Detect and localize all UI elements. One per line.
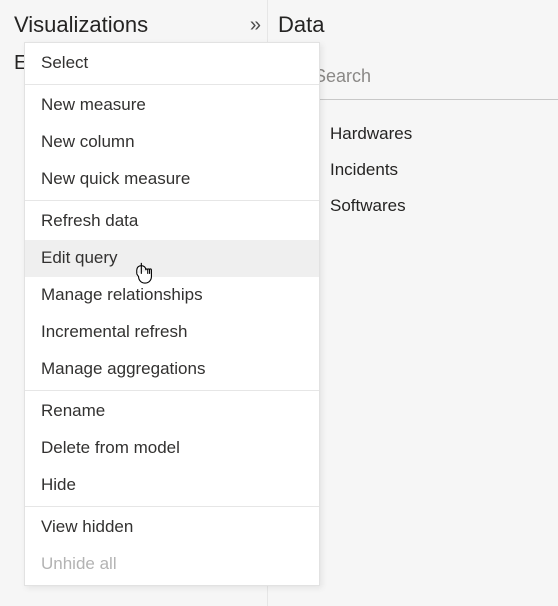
menu-separator [25,390,319,391]
menu-item-manage-aggregations[interactable]: Manage aggregations [25,351,319,388]
table-row[interactable]: Incidents [278,152,558,188]
table-label: Incidents [330,160,398,180]
menu-item-unhide-all: Unhide all [25,546,319,583]
menu-item-incremental-refresh[interactable]: Incremental refresh [25,314,319,351]
table-row[interactable]: Softwares [278,188,558,224]
table-label: Softwares [330,196,406,216]
collapse-pane-icon[interactable]: » [250,14,257,37]
menu-item-refresh-data[interactable]: Refresh data [25,203,319,240]
data-pane-header: Data [268,8,558,42]
menu-separator [25,200,319,201]
menu-item-new-column[interactable]: New column [25,124,319,161]
menu-item-edit-query[interactable]: Edit query [25,240,319,277]
pane-title: Data [268,12,324,38]
menu-separator [25,84,319,85]
menu-item-manage-relationships[interactable]: Manage relationships [25,277,319,314]
menu-item-new-measure[interactable]: New measure [25,87,319,124]
search-input[interactable] [314,66,546,87]
menu-item-view-hidden[interactable]: View hidden [25,509,319,546]
menu-separator [25,506,319,507]
menu-item-new-quick-measure[interactable]: New quick measure [25,161,319,198]
table-row[interactable]: Hardwares [278,116,558,152]
viz-pane-header: Visualizations » [14,8,267,42]
menu-item-rename[interactable]: Rename [25,393,319,430]
table-label: Hardwares [330,124,412,144]
pane-title: Visualizations [14,12,148,38]
menu-item-hide[interactable]: Hide [25,467,319,504]
context-menu: Select New measure New column New quick … [24,42,320,586]
menu-item-delete-from-model[interactable]: Delete from model [25,430,319,467]
menu-item-select[interactable]: Select [25,45,319,82]
